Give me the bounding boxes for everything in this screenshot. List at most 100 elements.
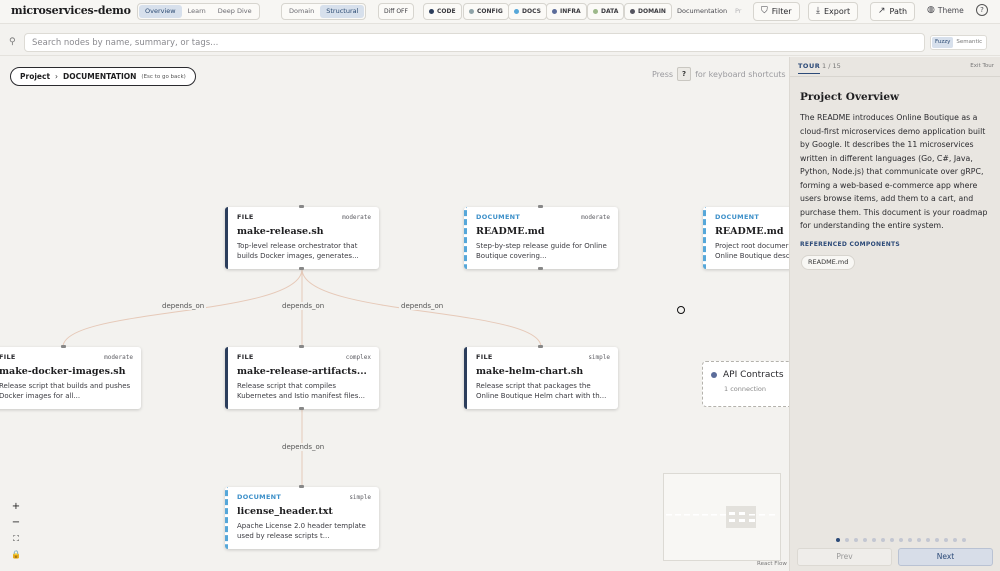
keyboard-shortcut-key[interactable]: ?	[677, 67, 692, 81]
mode-tab-structural[interactable]: Structural	[320, 5, 365, 18]
tour-progress-dot[interactable]	[881, 538, 885, 542]
tour-progress-dot[interactable]	[872, 538, 876, 542]
filter-chip-data[interactable]: DATA	[587, 3, 625, 20]
filter-chip-code[interactable]: CODE	[423, 3, 462, 20]
node-title: make-docker-images.sh	[0, 366, 126, 377]
zoom-out-icon[interactable]: −	[8, 516, 24, 530]
filter-chip-infra[interactable]: INFRA	[546, 3, 587, 20]
node-title: license_header.txt	[237, 506, 333, 517]
path-button[interactable]: ↗ Path	[870, 2, 916, 21]
search-input[interactable]	[24, 33, 925, 52]
node-handle[interactable]	[538, 345, 543, 348]
node-title: make-release-artifacts...	[237, 366, 367, 377]
node-handle[interactable]	[61, 345, 66, 348]
filter-chip-docs[interactable]: DOCS	[508, 3, 547, 20]
view-tab-learn[interactable]: Learn	[182, 5, 212, 18]
minimap[interactable]	[663, 473, 781, 561]
node-handle[interactable]	[538, 267, 543, 270]
graph-node-readme-release[interactable]: DOCUMENT moderate README.md Step-by-step…	[464, 207, 618, 269]
graph-node-license-header[interactable]: DOCUMENT simple license_header.txt Apach…	[225, 487, 379, 549]
filter-chip-label: CODE	[437, 8, 456, 15]
filter-chip-label: INFRA	[560, 8, 581, 15]
config-dot-icon	[469, 9, 474, 14]
tour-progress-dot[interactable]	[908, 538, 912, 542]
node-handle[interactable]	[299, 205, 304, 208]
tour-progress-dots	[836, 538, 966, 542]
node-handle[interactable]	[538, 205, 543, 208]
search-mode-fuzzy[interactable]: Fuzzy	[932, 37, 954, 48]
next-button[interactable]: Next	[898, 548, 993, 566]
graph-node-make-helm-chart[interactable]: FILE simple make-helm-chart.sh Release s…	[464, 347, 618, 409]
node-handle[interactable]	[299, 345, 304, 348]
tour-progress-dot[interactable]	[935, 538, 939, 542]
node-title: README.md	[476, 226, 545, 237]
filter-chip-label: CONFIG	[477, 8, 503, 15]
group-subtitle: 1 connection	[724, 385, 767, 393]
exit-tour-button[interactable]: Exit Tour	[970, 63, 994, 69]
fit-view-icon[interactable]: ⛶	[8, 532, 24, 546]
node-complexity: simple	[588, 354, 610, 361]
node-summary: Release script that builds and pushes Do…	[0, 382, 131, 400]
filter-button-label: Filter	[771, 7, 792, 16]
export-button[interactable]: ⤓ Export	[808, 2, 859, 21]
prev-button[interactable]: Prev	[797, 548, 892, 566]
edge-label: depends_on	[160, 302, 207, 310]
tour-progress-dot[interactable]	[836, 538, 840, 542]
diff-toggle[interactable]: Diff OFF	[378, 3, 414, 20]
tour-progress-dot[interactable]	[953, 538, 957, 542]
graph-node-make-docker-images[interactable]: FILE moderate make-docker-images.sh Rele…	[0, 347, 141, 409]
referenced-components-heading: REFERENCED COMPONENTS	[800, 241, 901, 248]
view-tab-deep-dive[interactable]: Deep Dive	[212, 5, 258, 18]
help-icon[interactable]: ?	[976, 4, 988, 16]
theme-button-label: Theme	[937, 5, 964, 15]
tour-progress-dot[interactable]	[863, 538, 867, 542]
export-button-label: Export	[823, 7, 851, 16]
tour-progress-dot[interactable]	[890, 538, 894, 542]
mode-tab-domain[interactable]: Domain	[283, 5, 320, 18]
edge-label: depends_on	[399, 302, 446, 310]
documentation-filter[interactable]: Documentation	[677, 7, 727, 15]
breadcrumb-hint: (Esc to go back)	[141, 73, 186, 80]
tour-tab[interactable]: TOUR	[798, 62, 821, 74]
group-title: API Contracts	[723, 370, 784, 380]
graph-node-make-release[interactable]: FILE moderate make-release.sh Top-level …	[225, 207, 379, 269]
breadcrumb[interactable]: Project › DOCUMENTATION (Esc to go back)	[10, 67, 196, 86]
view-switcher: Overview Learn Deep Dive	[137, 3, 260, 20]
group-node-api-contracts[interactable]: API Contracts 1 connection	[702, 361, 789, 407]
node-handle[interactable]	[299, 267, 304, 270]
docs-dot-icon	[514, 9, 519, 14]
tour-progress-dot[interactable]	[962, 538, 966, 542]
node-summary: Apache License 2.0 header template used …	[237, 522, 366, 540]
tour-progress-dot[interactable]	[854, 538, 858, 542]
graph-node-readme-root[interactable]: DOCUMENT README.md Project root documer …	[703, 207, 789, 269]
view-tab-overview[interactable]: Overview	[139, 5, 182, 18]
node-title: make-helm-chart.sh	[476, 366, 584, 377]
tour-progress-dot[interactable]	[899, 538, 903, 542]
react-flow-attribution[interactable]: React Flow	[757, 561, 787, 567]
filter-chip-domain[interactable]: DOMAIN	[624, 3, 672, 20]
theme-button[interactable]: ◍ Theme	[927, 5, 964, 15]
tour-progress-dot[interactable]	[944, 538, 948, 542]
lock-icon[interactable]: 🔒	[8, 548, 24, 562]
node-complexity: moderate	[342, 214, 371, 221]
node-handle[interactable]	[299, 407, 304, 410]
search-mode-semantic[interactable]: Semantic	[953, 37, 985, 48]
node-summary: Release script that compiles Kubernetes …	[237, 382, 366, 400]
filter-button[interactable]: ⛉ Filter	[753, 2, 800, 21]
filter-chip-config[interactable]: CONFIG	[463, 3, 509, 20]
keyboard-hint-after: for keyboard shortcuts	[695, 69, 786, 79]
graph-canvas[interactable]: Project › DOCUMENTATION (Esc to go back)…	[0, 57, 789, 571]
search-icon: ⚲	[9, 37, 16, 47]
tour-progress-dot[interactable]	[917, 538, 921, 542]
download-icon: ⤓	[816, 6, 820, 16]
tour-progress-dot[interactable]	[926, 538, 930, 542]
zoom-in-icon[interactable]: +	[8, 500, 24, 514]
node-handle[interactable]	[299, 485, 304, 488]
mouse-cursor-icon	[677, 306, 685, 314]
node-complexity: complex	[345, 354, 371, 361]
truncated-filter[interactable]: Pr	[735, 7, 741, 15]
tour-progress-dot[interactable]	[845, 538, 849, 542]
referenced-component-chip[interactable]: README.md	[801, 255, 856, 270]
breadcrumb-root[interactable]: Project	[20, 69, 50, 85]
graph-node-make-release-artifacts[interactable]: FILE complex make-release-artifacts... R…	[225, 347, 379, 409]
